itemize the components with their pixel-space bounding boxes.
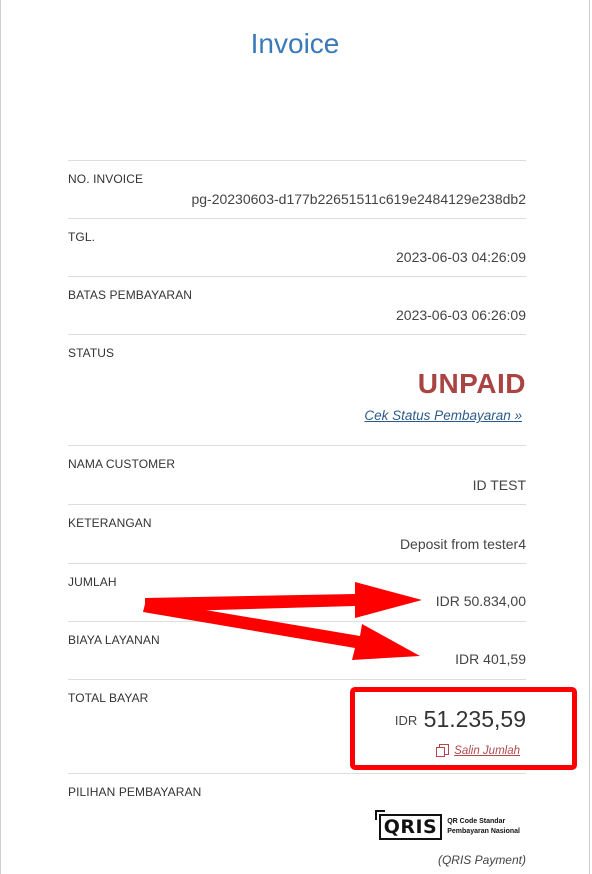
invoice-number-value: pg-20230603-d177b22651511c619e2484129e23…: [191, 191, 526, 207]
date-value: 2023-06-03 04:26:09: [396, 249, 526, 265]
row-payment-deadline: BATAS PEMBAYARAN 2023-06-03 06:26:09: [68, 276, 526, 334]
customer-name-label: NAMA CUSTOMER: [68, 457, 176, 471]
qris-logo: QRIS QR Code Standar Pembayaran Nasional: [374, 810, 520, 841]
check-status-link[interactable]: Cek Status Pembayaran »: [364, 408, 522, 423]
row-amount: JUMLAH IDR 50.834,00: [68, 563, 526, 621]
row-customer-name: NAMA CUSTOMER ID TEST: [68, 445, 526, 504]
status-label: STATUS: [68, 346, 115, 360]
qris-subtitle-line1: QR Code Standar: [447, 818, 506, 825]
page-title: Invoice: [250, 28, 340, 59]
service-fee-label: BIAYA LAYANAN: [68, 633, 160, 647]
row-status: STATUS UNPAID Cek Status Pembayaran »: [68, 334, 526, 445]
status-badge: UNPAID: [417, 368, 526, 399]
amount-label: JUMLAH: [68, 575, 117, 589]
row-payment-options: PILIHAN PEMBAYARAN QRIS QR Code Standar …: [68, 773, 526, 873]
description-value: Deposit from tester4: [399, 536, 526, 552]
row-date: TGL. 2023-06-03 04:26:09: [68, 218, 526, 276]
invoice-number-label: NO. INVOICE: [68, 172, 144, 186]
total-highlight-box: [350, 687, 577, 770]
service-fee-value: IDR 401,59: [455, 651, 526, 667]
payment-deadline-value: 2023-06-03 06:26:09: [396, 307, 526, 323]
description-label: KETERANGAN: [68, 516, 152, 530]
row-service-fee: BIAYA LAYANAN IDR 401,59: [68, 621, 526, 679]
qris-subtitle-line2: Pembayaran Nasional: [447, 828, 520, 835]
customer-name-value: ID TEST: [472, 477, 526, 493]
total-payment-label: TOTAL BAYAR: [68, 691, 149, 705]
row-invoice-number: NO. INVOICE pg-20230603-d177b22651511c61…: [68, 160, 526, 218]
qris-caption: (QRIS Payment): [437, 853, 526, 867]
payment-options-label: PILIHAN PEMBAYARAN: [68, 785, 202, 799]
amount-value: IDR 50.834,00: [435, 593, 526, 609]
qris-subtitle: QR Code Standar Pembayaran Nasional: [447, 817, 520, 837]
payment-deadline-label: BATAS PEMBAYARAN: [68, 288, 193, 302]
qris-mark: QRIS: [374, 810, 443, 840]
date-label: TGL.: [68, 230, 96, 244]
row-description: KETERANGAN Deposit from tester4: [68, 504, 526, 563]
